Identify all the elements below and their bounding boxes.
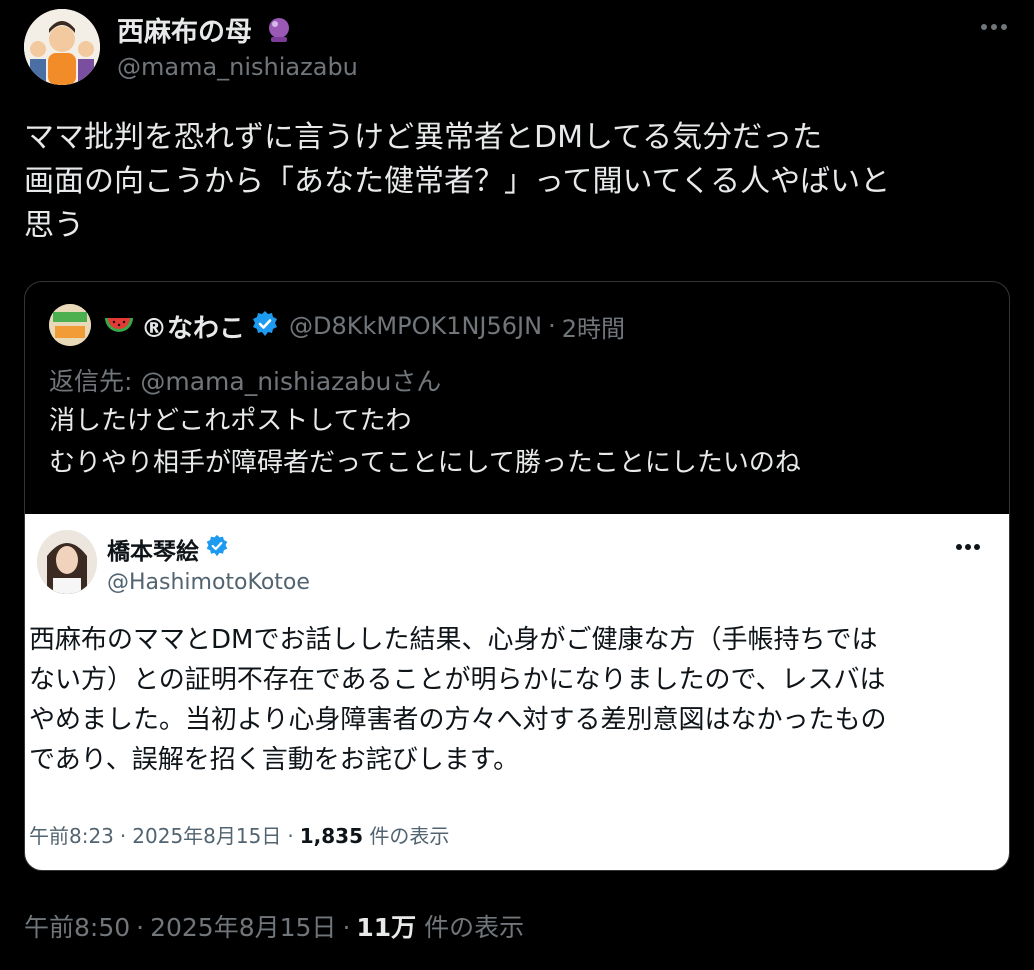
views-count: 11万: [356, 913, 417, 942]
separator-dot: ·: [119, 824, 127, 848]
embedded-date: 2025年8月15日: [132, 824, 282, 848]
author-avatar[interactable]: [24, 9, 100, 85]
author-name-text[interactable]: 西麻布の母: [117, 17, 252, 48]
author-name[interactable]: 西麻布の母: [117, 10, 293, 51]
quote-text: 消したけどこれポストしてたわ むりやり相手が障碍者だってことにして勝ったことにし…: [49, 400, 801, 484]
quote-header: ®なわこ @D8KkMPOK1NJ56JN · 2時間: [103, 306, 625, 346]
embedded-text-line: 西麻布のママとDMでお話しした結果、心身がご健康な方（手帳持ちでは: [29, 625, 878, 655]
verified-badge-icon: [205, 534, 229, 564]
quote-time[interactable]: 2時間: [562, 309, 625, 344]
quote-author-handle[interactable]: @D8KkMPOK1NJ56JN: [289, 312, 542, 340]
post-text-line: 画面の向こうから「あなた健常者？」って聞いてくる人やばいと: [24, 164, 891, 199]
quote-author-avatar[interactable]: [49, 304, 91, 346]
post-text-line: 思う: [24, 208, 84, 243]
separator-dot: ·: [287, 824, 294, 848]
separator-dot: ·: [548, 312, 556, 340]
quote-text-line: 消したけどこれポストしてたわ: [49, 406, 412, 436]
verified-badge-icon: [251, 310, 279, 342]
embedded-time: 午前8:23: [29, 824, 114, 848]
embedded-post-meta: 午前8:23 · 2025年8月15日 · 1,835 件の表示: [29, 820, 449, 849]
post-text: ママ批判を恐れずに言うけど異常者とDMしてる気分だった 画面の向こうから「あなた…: [24, 116, 1014, 248]
views-label: 件の表示: [424, 913, 525, 942]
post-meta: 午前8:50 · 2025年8月15日 · 11万 件の表示: [24, 908, 524, 944]
embedded-author-name-text: 橋本琴絵: [107, 539, 199, 565]
embedded-author-avatar: [37, 530, 97, 594]
embedded-screenshot[interactable]: 橋本琴絵 @HashimotoKotoe 西麻布のママとDMでお話しした結果、心…: [25, 514, 1009, 870]
post-text-line: ママ批判を恐れずに言うけど異常者とDMしてる気分だった: [24, 120, 823, 155]
embedded-views-label: 件の表示: [369, 824, 450, 848]
embedded-text-line: やめました。当初より心身障害者の方々へ対する差別意図はなかったもの: [29, 705, 887, 735]
separator-dot: ·: [136, 913, 145, 942]
embedded-author-handle: @HashimotoKotoe: [107, 570, 310, 595]
post-time[interactable]: 午前8:50: [24, 913, 130, 942]
embedded-text-line: ない方）との証明不存在であることが明らかになりましたので、レスバは: [29, 665, 886, 695]
embedded-post-text: 西麻布のママとDMでお話しした結果、心身がご健康な方（手帳持ちでは ない方）との…: [29, 620, 999, 780]
author-handle[interactable]: @mama_nishiazabu: [117, 53, 358, 81]
quote-text-line: むりやり相手が障碍者だってことにして勝ったことにしたいのね: [49, 448, 801, 478]
separator-dot: ·: [342, 913, 351, 942]
more-options-icon[interactable]: [974, 12, 1014, 42]
watermelon-icon: [103, 312, 135, 340]
more-options-icon: [947, 532, 987, 562]
post-date[interactable]: 2025年8月15日: [150, 913, 336, 942]
crystal-ball-icon: [265, 16, 293, 51]
embedded-text-line: であり、誤解を招く言動をお詫びします。: [29, 745, 520, 775]
embedded-author-name: 橋本琴絵: [107, 532, 229, 566]
quote-author-name[interactable]: ®なわこ: [141, 308, 245, 345]
quoted-post-card[interactable]: ®なわこ @D8KkMPOK1NJ56JN · 2時間 返信先: @mama_n…: [24, 281, 1010, 871]
reply-to-label[interactable]: 返信先: @mama_nishiazabuさん: [49, 362, 441, 398]
embedded-views-count: 1,835: [299, 824, 363, 848]
